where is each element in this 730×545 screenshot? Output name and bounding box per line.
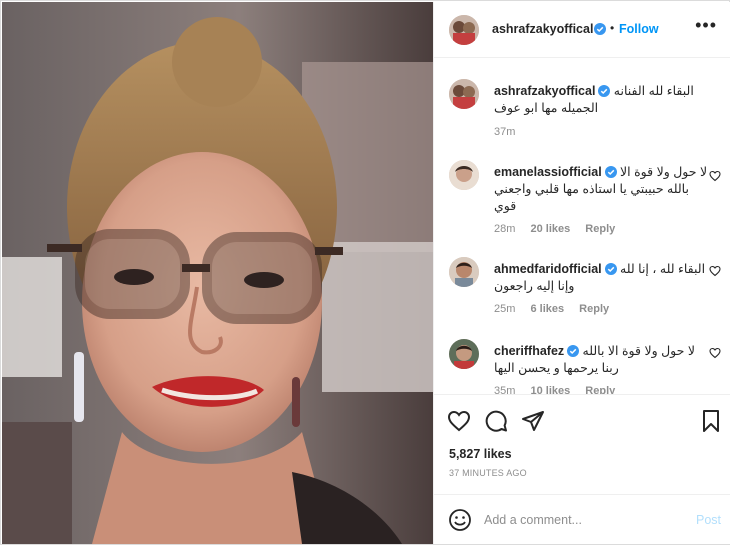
post-window: ashrafzakyoffical • Follow ••• ashrafzak… — [0, 0, 730, 545]
comment-username[interactable]: emanelassiofficial — [494, 165, 602, 179]
caption-time[interactable]: 37m — [494, 126, 515, 138]
comment-body: emanelassiofficial لا حول ولا قوة الا با… — [494, 164, 709, 215]
comment-meta: 25m 6 likes Reply — [494, 303, 621, 315]
comment-time[interactable]: 35m — [494, 385, 515, 394]
comments-list[interactable]: ashrafzakyoffical البقاء لله الفنانه الج… — [434, 59, 730, 394]
post-timestamp[interactable]: 37 MINUTES AGO — [449, 468, 527, 478]
comment-icon[interactable] — [484, 409, 508, 433]
caption-meta: 37m — [494, 126, 527, 138]
add-comment-bar: Post — [434, 494, 730, 544]
heart-icon[interactable] — [709, 347, 721, 359]
comment-time[interactable]: 28m — [494, 223, 515, 235]
likes-count[interactable]: 5,827 likes — [449, 447, 512, 461]
caption-username[interactable]: ashrafzakyoffical — [494, 84, 595, 98]
reply-button[interactable]: Reply — [585, 385, 615, 394]
comment-meta: 28m 20 likes Reply — [494, 223, 627, 235]
comment-username[interactable]: ahmedfaridofficial — [494, 262, 602, 276]
comment-likes[interactable]: 10 likes — [530, 385, 570, 394]
avatar[interactable] — [449, 160, 479, 190]
post-button[interactable]: Post — [696, 513, 721, 527]
comment-likes[interactable]: 6 likes — [530, 303, 564, 315]
avatar[interactable] — [449, 339, 479, 369]
follow-button[interactable]: Follow — [619, 22, 659, 36]
verified-icon — [567, 345, 580, 357]
verified-icon — [604, 166, 617, 178]
share-icon[interactable] — [521, 409, 545, 433]
heart-icon[interactable] — [709, 265, 721, 277]
emoji-icon[interactable] — [448, 508, 472, 532]
heart-icon[interactable] — [447, 409, 471, 433]
comment-likes[interactable]: 20 likes — [530, 223, 570, 235]
verified-icon — [604, 263, 617, 275]
avatar[interactable] — [449, 79, 479, 109]
heart-icon[interactable] — [709, 170, 721, 182]
verified-icon — [594, 23, 606, 35]
separator-dot: • — [610, 21, 615, 35]
action-bar: 5,827 likes 37 MINUTES AGO — [434, 394, 730, 494]
comment-meta: 35m 10 likes Reply — [494, 385, 627, 394]
post-header: ashrafzakyoffical • Follow ••• — [434, 2, 730, 58]
comment-username[interactable]: cheriffhafez — [494, 344, 564, 358]
caption-body: ashrafzakyoffical البقاء لله الفنانه الج… — [494, 83, 709, 117]
post-photo[interactable] — [2, 2, 433, 544]
comment-body: cheriffhafez لا حول ولا قوة الا بالله رب… — [494, 343, 709, 377]
verified-icon — [598, 85, 611, 97]
comment-input[interactable] — [484, 509, 674, 531]
more-options-icon[interactable]: ••• — [695, 16, 717, 34]
comment-body: ahmedfaridofficial البقاء لله ، إنا لله … — [494, 261, 709, 295]
reply-button[interactable]: Reply — [585, 223, 615, 235]
bookmark-icon[interactable] — [699, 409, 723, 433]
avatar[interactable] — [449, 15, 479, 45]
post-side-panel: ashrafzakyoffical • Follow ••• ashrafzak… — [433, 2, 730, 544]
reply-button[interactable]: Reply — [579, 303, 609, 315]
header-username[interactable]: ashrafzakyoffical — [492, 22, 593, 36]
comment-time[interactable]: 25m — [494, 303, 515, 315]
avatar[interactable] — [449, 257, 479, 287]
